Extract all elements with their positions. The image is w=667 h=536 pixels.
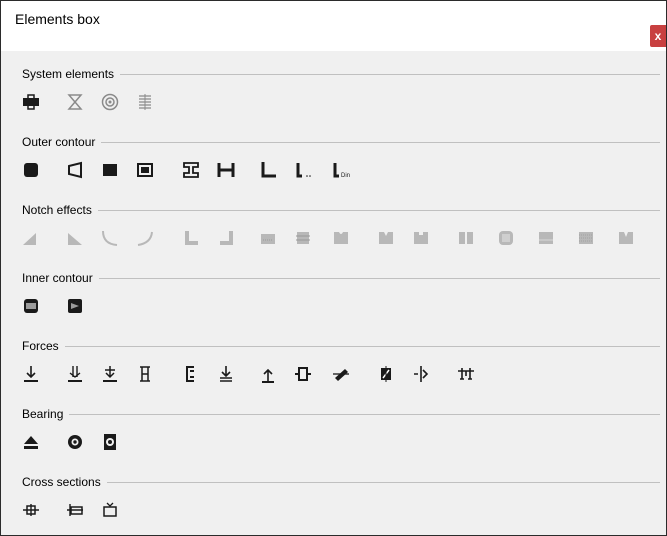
bracket-force-icon[interactable] [180,363,202,385]
icon-row [1,227,666,249]
cross-bore-icon[interactable] [455,227,477,249]
elements-content: System elements Outer contour Din Notch eff… [1,51,666,535]
group-header: Forces [1,338,666,356]
group-divider [120,74,660,75]
target-icon[interactable] [99,91,121,113]
group-divider [65,346,660,347]
hourglass-icon[interactable] [64,91,86,113]
inner-bore-icon[interactable] [20,295,42,317]
force-down-icon[interactable] [20,363,42,385]
fillet-right-icon[interactable] [134,227,156,249]
rect-notch-icon[interactable] [535,227,557,249]
group-notch-effects: Notch effects [1,202,666,252]
group-divider [107,482,660,483]
group-label: Bearing [22,406,68,422]
l-profile-din-icon[interactable]: Din [330,159,352,181]
torque-block-icon[interactable] [375,363,397,385]
step-left-icon[interactable] [180,227,202,249]
moment-arrow-icon[interactable] [410,363,432,385]
icon-row [1,91,666,113]
group-cross-sections: Cross sections [1,474,666,524]
h-beam-icon[interactable] [215,159,237,181]
group-header: System elements [1,66,666,84]
torque-diagonal-icon[interactable] [330,363,352,385]
spring-icon[interactable] [134,91,156,113]
icon-row [1,295,666,317]
group-header: Inner contour [1,270,666,288]
group-label: Forces [22,338,63,354]
elements-box-window: Elements box x System elements Outer cont… [0,0,667,536]
support-frame-icon[interactable] [455,363,477,385]
group-divider [69,414,660,415]
notch-u-icon[interactable] [330,227,352,249]
group-header: Notch effects [1,202,666,220]
notch-v-icon[interactable] [375,227,397,249]
cross-section-bar-icon[interactable] [64,499,86,521]
force-down-ground-icon[interactable] [215,363,237,385]
force-down-double-icon[interactable] [64,363,86,385]
group-forces: Forces [1,338,666,388]
cone-icon[interactable] [64,159,86,181]
group-label: System elements [22,66,119,82]
group-header: Outer contour [1,134,666,152]
group-header: Cross sections [1,474,666,492]
groove-flat-icon[interactable] [257,227,279,249]
group-label: Cross sections [22,474,105,490]
ball-bearing-icon[interactable] [64,431,86,453]
rounded-rect-icon[interactable] [495,227,517,249]
group-divider [101,142,660,143]
group-label: Notch effects [22,202,96,218]
close-button[interactable]: x [650,25,666,47]
icon-row [1,431,666,453]
window-title: Elements box [15,11,100,27]
group-inner-contour: Inner contour [1,270,666,320]
cylinder-icon[interactable] [20,159,42,181]
icon-row: Din [1,159,666,181]
i-beam-icon[interactable] [180,159,202,181]
cross-section-icon[interactable] [20,499,42,521]
eject-bearing-icon[interactable] [20,431,42,453]
svg-text:Din: Din [341,173,350,179]
square-icon[interactable] [99,159,121,181]
title-bar: Elements box x [1,1,666,47]
group-divider [98,210,660,211]
group-outer-contour: Outer contour Din [1,134,666,184]
force-down-bar-icon[interactable] [99,363,121,385]
group-divider [99,278,660,279]
cross-section-top-icon[interactable] [99,499,121,521]
icon-row [1,363,666,385]
groove-round-icon[interactable] [292,227,314,249]
wedge-notch-icon[interactable] [615,227,637,249]
l-profile-icon[interactable] [257,159,279,181]
notch-square-icon[interactable] [410,227,432,249]
inner-cone-icon[interactable] [64,295,86,317]
knurl-icon[interactable] [575,227,597,249]
group-system-elements: System elements [1,66,666,116]
group-label: Inner contour [22,270,97,286]
chamfer-right-icon[interactable] [64,227,86,249]
coupling-icon[interactable] [20,91,42,113]
roller-bearing-icon[interactable] [99,431,121,453]
fillet-left-icon[interactable] [99,227,121,249]
hollow-square-icon[interactable] [134,159,156,181]
torque-box-icon[interactable] [292,363,314,385]
group-bearing: Bearing [1,406,666,456]
group-header: Bearing [1,406,666,424]
l-profile-small-icon[interactable] [292,159,314,181]
group-label: Outer contour [22,134,100,150]
step-right-icon[interactable] [215,227,237,249]
icon-row [1,499,666,521]
force-up-icon[interactable] [257,363,279,385]
force-axial-icon[interactable] [134,363,156,385]
chamfer-left-icon[interactable] [20,227,42,249]
